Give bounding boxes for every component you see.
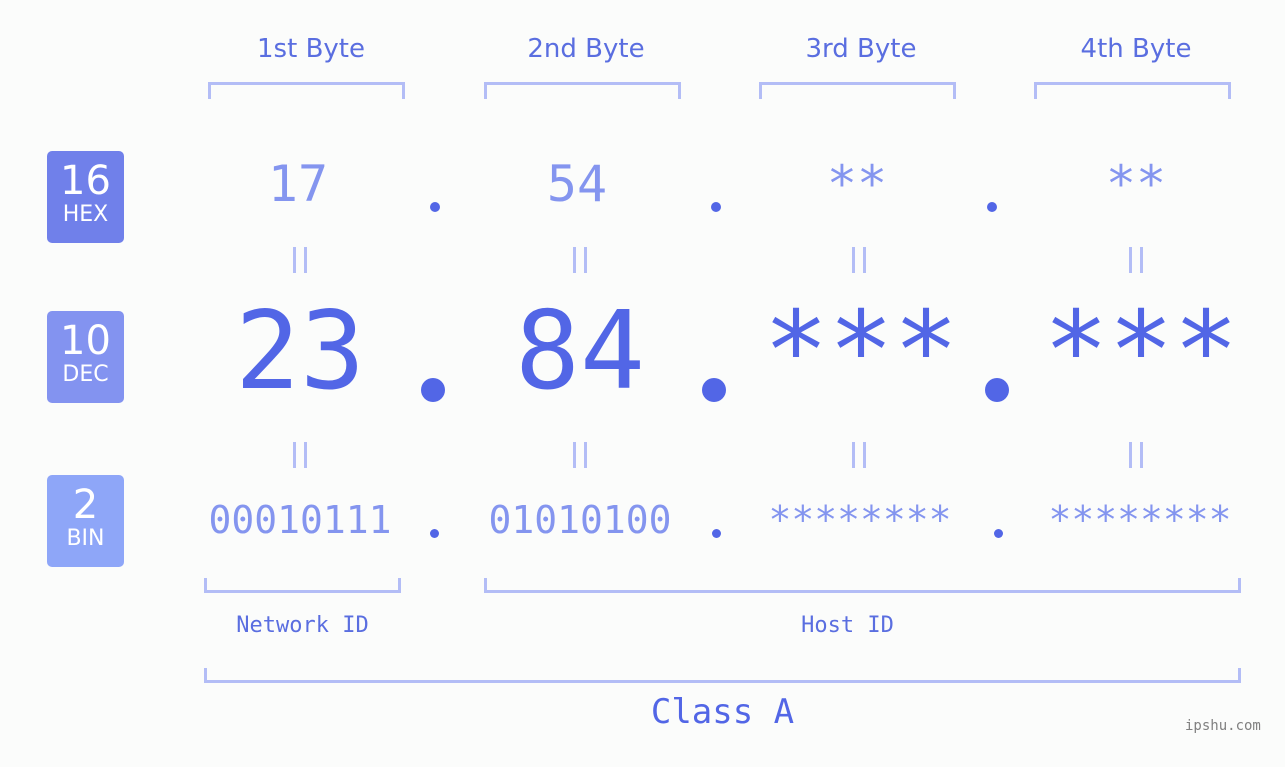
dec-dot-2: [702, 378, 726, 402]
header-byte-2: 2nd Byte: [527, 34, 645, 64]
bin-dot-2: [712, 529, 721, 538]
equals-icon: [293, 247, 307, 273]
class-label: Class A: [650, 692, 795, 732]
hex-byte-2: 54: [546, 155, 608, 213]
dec-byte-2: 84: [514, 289, 646, 414]
class-bracket: [204, 668, 1241, 683]
bracket-byte-1: [208, 82, 405, 99]
equals-icon: [1129, 247, 1143, 273]
network-bracket: [204, 578, 401, 593]
header-byte-3: 3rd Byte: [805, 34, 917, 64]
host-id-label: Host ID: [801, 613, 894, 638]
bin-label: BIN: [66, 526, 105, 551]
bin-base: 2: [72, 482, 99, 528]
bin-byte-2: 01010100: [488, 498, 672, 542]
equals-icon: [573, 247, 587, 273]
dec-badge: 10 DEC: [47, 311, 124, 403]
equals-icon: [573, 442, 587, 468]
header-byte-4: 4th Byte: [1080, 34, 1192, 64]
bin-badge: 2 BIN: [47, 475, 124, 567]
equals-icon: [852, 442, 866, 468]
dec-dot-1: [421, 378, 445, 402]
hex-base: 16: [60, 158, 111, 204]
bin-byte-4: ********: [1048, 498, 1232, 542]
equals-icon: [852, 247, 866, 273]
equals-icon: [1129, 442, 1143, 468]
equals-icon: [293, 442, 307, 468]
hex-dot-3: [987, 202, 997, 212]
dec-label: DEC: [62, 362, 109, 387]
dec-byte-1: 23: [234, 289, 366, 414]
bracket-byte-2: [484, 82, 681, 99]
bin-byte-1: 00010111: [208, 498, 392, 542]
hex-byte-3: **: [826, 155, 888, 213]
bin-dot-3: [994, 529, 1003, 538]
watermark: ipshu.com: [1185, 718, 1261, 734]
hex-label: HEX: [62, 202, 109, 227]
dec-dot-3: [985, 378, 1009, 402]
bracket-byte-4: [1034, 82, 1231, 99]
hex-dot-2: [711, 202, 721, 212]
bin-dot-1: [430, 529, 439, 538]
network-id-label: Network ID: [236, 613, 369, 638]
host-bracket: [484, 578, 1241, 593]
bin-byte-3: ********: [768, 498, 952, 542]
bracket-byte-3: [759, 82, 956, 99]
dec-base: 10: [60, 318, 111, 364]
dec-byte-3: ***: [763, 289, 959, 414]
hex-dot-1: [430, 202, 440, 212]
dec-byte-4: ***: [1043, 289, 1239, 414]
header-byte-1: 1st Byte: [257, 34, 365, 64]
hex-byte-1: 17: [267, 155, 329, 213]
hex-badge: 16 HEX: [47, 151, 124, 243]
hex-byte-4: **: [1105, 155, 1167, 213]
